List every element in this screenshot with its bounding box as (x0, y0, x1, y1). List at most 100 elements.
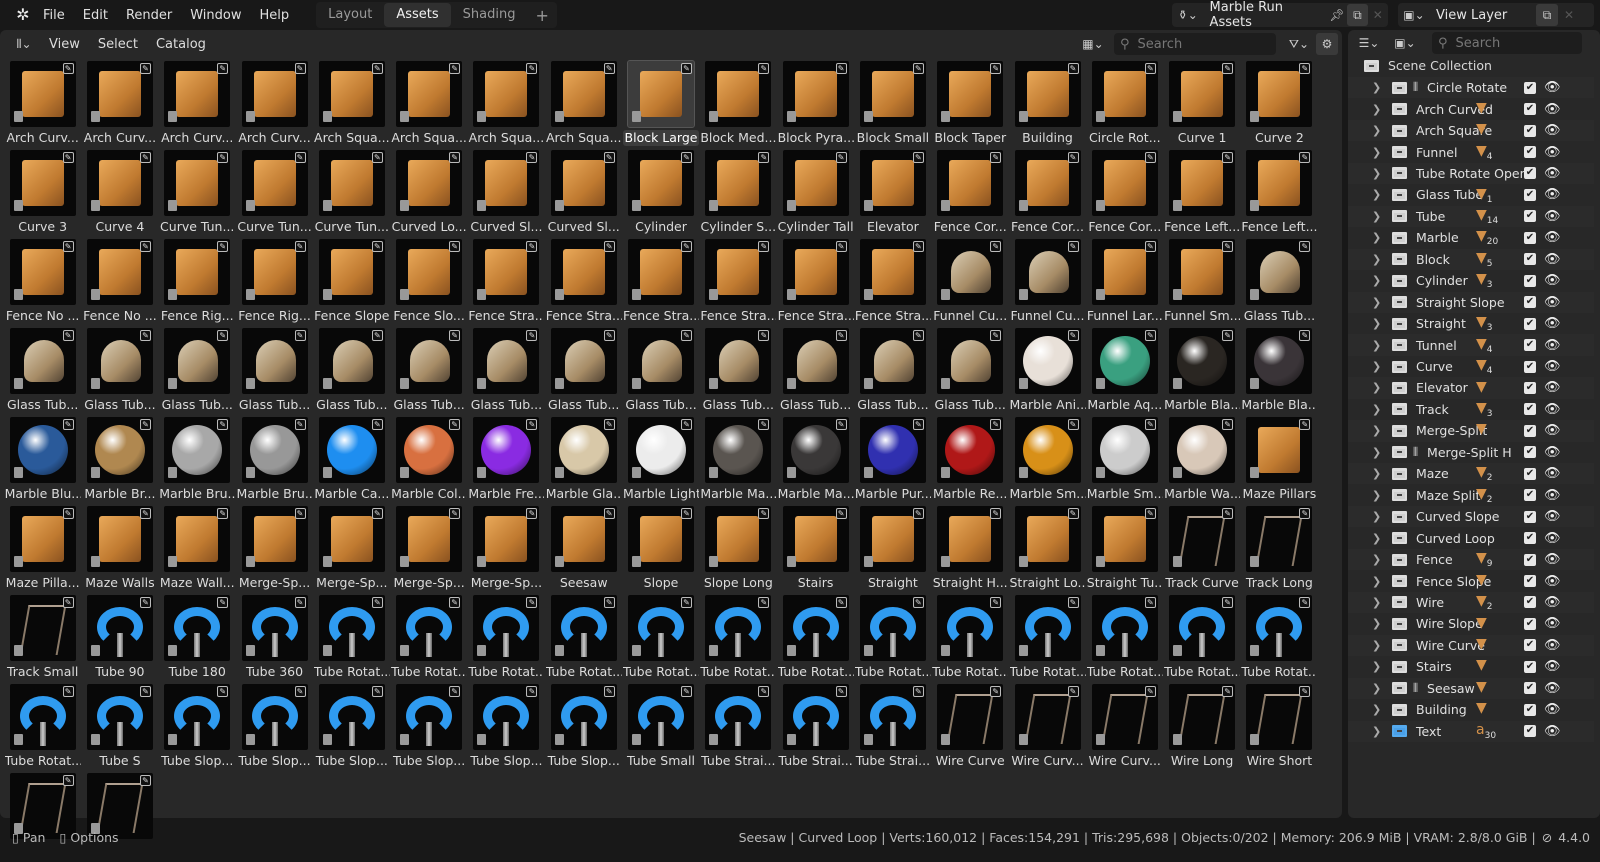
asset-thumbnail[interactable]: ✎ (473, 417, 540, 483)
outliner-row[interactable]: ❯ Wire Slope ▼ ✔ 👁︎ (1348, 613, 1594, 634)
asset-thumbnail[interactable]: ✎ (1014, 150, 1081, 216)
asset-thumbnail[interactable]: ✎ (859, 417, 926, 483)
mesh-object-icon[interactable]: ▼ (1476, 572, 1487, 591)
eye-icon[interactable]: 👁︎ (1544, 552, 1561, 567)
exclude-checkbox[interactable]: ✔ (1524, 103, 1536, 116)
asset-thumbnail[interactable]: ✎ (937, 595, 1004, 661)
asset-thumbnail[interactable]: ✎ (241, 61, 308, 127)
edit-icon[interactable]: ✎ (1144, 152, 1156, 163)
eye-icon[interactable]: 👁︎ (1544, 574, 1561, 589)
asset-item[interactable]: ✎ Tube 90 (81, 595, 158, 684)
asset-item[interactable]: ✎ Curve 2 (1241, 61, 1318, 150)
edit-icon[interactable]: ✎ (1144, 330, 1156, 341)
asset-thumbnail[interactable]: ✎ (550, 239, 617, 305)
delete-scene-icon[interactable]: ✕ (1368, 4, 1388, 26)
expand-chevron-icon[interactable]: ❯ (1372, 253, 1384, 266)
asset-thumbnail[interactable]: ✎ (1091, 506, 1158, 572)
asset-item[interactable]: ✎ Fence Left... (1163, 150, 1240, 239)
asset-item[interactable]: ✎ Arch Curv... (236, 61, 313, 150)
edit-icon[interactable]: ✎ (912, 686, 924, 697)
outliner-row[interactable]: ❯ Elevator ▼ ✔ 👁︎ (1348, 377, 1594, 399)
asset-thumbnail[interactable]: ✎ (628, 328, 695, 394)
asset-item[interactable]: ✎ Tube Rotat... (468, 595, 545, 684)
pin-icon[interactable]: 📌︎ (1327, 4, 1347, 26)
asset-item[interactable]: ✎ Block Taper (932, 61, 1009, 150)
mesh-object-icon[interactable]: ▼ (1476, 700, 1487, 719)
exclude-checkbox[interactable]: ✔ (1524, 467, 1536, 480)
eye-icon[interactable]: 👁︎ (1544, 380, 1561, 395)
asset-item[interactable]: ✎ Tube Rotat... (1163, 595, 1240, 684)
asset-item[interactable]: ✎ Marble Col... (390, 417, 467, 506)
mesh-object-icon[interactable]: ▼3 (1476, 400, 1493, 419)
edit-icon[interactable]: ✎ (1067, 508, 1079, 519)
edit-icon[interactable]: ✎ (371, 330, 383, 341)
eye-icon[interactable]: 👁︎ (1544, 230, 1561, 245)
mesh-object-icon[interactable]: ▼1 (1476, 186, 1493, 205)
mesh-object-icon[interactable]: ▼2 (1476, 464, 1493, 483)
asset-item[interactable]: ✎ Glass Tub... (4, 328, 81, 417)
outliner-row[interactable]: ❯ Maze ▼2 ✔ 👁︎ (1348, 463, 1594, 485)
edit-icon[interactable]: ✎ (1299, 508, 1311, 519)
asset-item[interactable]: ✎ Tube Rotat... (545, 595, 622, 684)
asset-item[interactable]: ✎ Funnel Cu... (1009, 239, 1086, 328)
eye-icon[interactable]: 👁︎ (1544, 145, 1561, 160)
edit-icon[interactable]: ✎ (217, 152, 229, 163)
eye-icon[interactable]: 👁︎ (1544, 209, 1561, 224)
edit-icon[interactable]: ✎ (990, 63, 1002, 74)
asset-item[interactable]: ✎ Tube Slop... (545, 684, 622, 773)
asset-item[interactable]: ✎ Marble Re... (932, 417, 1009, 506)
edit-icon[interactable]: ✎ (1222, 686, 1234, 697)
asset-item[interactable]: ✎ Marble Bru... (159, 417, 236, 506)
asset-item[interactable]: ✎ Block Small (854, 61, 931, 150)
outliner-row[interactable]: ❯ Straight ▼3 ✔ 👁︎ (1348, 313, 1594, 334)
asset-item[interactable]: ✎ Straight H... (932, 506, 1009, 595)
eye-icon[interactable]: 👁︎ (1544, 616, 1561, 631)
asset-thumbnail[interactable]: ✎ (937, 328, 1004, 394)
edit-icon[interactable]: ✎ (990, 419, 1002, 430)
edit-icon[interactable]: ✎ (62, 152, 74, 163)
edit-icon[interactable]: ✎ (758, 597, 770, 608)
edit-icon[interactable]: ✎ (681, 597, 693, 608)
exclude-checkbox[interactable]: ✔ (1524, 682, 1536, 695)
asset-thumbnail[interactable]: ✎ (1091, 684, 1158, 750)
asset-item[interactable]: ✎ Merge-Sp... (468, 506, 545, 595)
asset-thumbnail[interactable]: ✎ (1014, 684, 1081, 750)
edit-icon[interactable]: ✎ (681, 63, 693, 74)
text-object-icon[interactable]: a30 (1476, 722, 1496, 741)
asset-item[interactable]: ✎ Arch Curv... (81, 61, 158, 150)
asset-thumbnail[interactable]: ✎ (318, 595, 385, 661)
edit-icon[interactable]: ✎ (1144, 63, 1156, 74)
asset-thumbnail[interactable]: ✎ (164, 150, 231, 216)
exclude-checkbox[interactable]: ✔ (1524, 446, 1536, 459)
asset-thumbnail[interactable]: ✎ (241, 417, 308, 483)
asset-thumbnail[interactable]: ✎ (396, 506, 463, 572)
asset-item[interactable]: ✎ Tube 360 (236, 595, 313, 684)
edit-icon[interactable]: ✎ (835, 597, 847, 608)
asset-thumbnail[interactable]: ✎ (1246, 150, 1313, 216)
asset-thumbnail[interactable]: ✎ (782, 417, 849, 483)
exclude-checkbox[interactable]: ✔ (1524, 339, 1536, 352)
mesh-object-icon[interactable]: ▼ (1476, 679, 1487, 698)
asset-thumbnail[interactable]: ✎ (1091, 417, 1158, 483)
edit-icon[interactable]: ✎ (371, 241, 383, 252)
asset-item[interactable]: ✎ Cylinder (622, 150, 699, 239)
asset-thumbnail[interactable]: ✎ (86, 61, 153, 127)
asset-item[interactable]: ✎ Tube Rotat... (700, 595, 777, 684)
asset-thumbnail[interactable]: ✎ (859, 150, 926, 216)
add-workspace-button[interactable]: + (527, 6, 556, 25)
asset-item[interactable]: ✎ Fence Left... (1241, 150, 1318, 239)
expand-chevron-icon[interactable]: ❯ (1372, 467, 1384, 480)
expand-chevron-icon[interactable]: ❯ (1372, 167, 1384, 180)
asset-thumbnail[interactable]: ✎ (86, 239, 153, 305)
asset-item[interactable]: ✎ Marble Bla... (1163, 328, 1240, 417)
edit-icon[interactable]: ✎ (294, 330, 306, 341)
eye-icon[interactable]: 👁︎ (1544, 187, 1561, 202)
expand-chevron-icon[interactable]: ❯ (1372, 296, 1384, 309)
asset-thumbnail[interactable]: ✎ (937, 417, 1004, 483)
outliner-row[interactable]: ❯ Merge-Split ▼ ✔ 👁︎ (1348, 420, 1594, 442)
exclude-checkbox[interactable]: ✔ (1524, 424, 1536, 437)
edit-icon[interactable]: ✎ (139, 152, 151, 163)
menu-file[interactable]: File (34, 8, 74, 23)
mesh-object-icon[interactable]: ▼ (1476, 421, 1487, 440)
exclude-checkbox[interactable]: ✔ (1524, 639, 1536, 652)
